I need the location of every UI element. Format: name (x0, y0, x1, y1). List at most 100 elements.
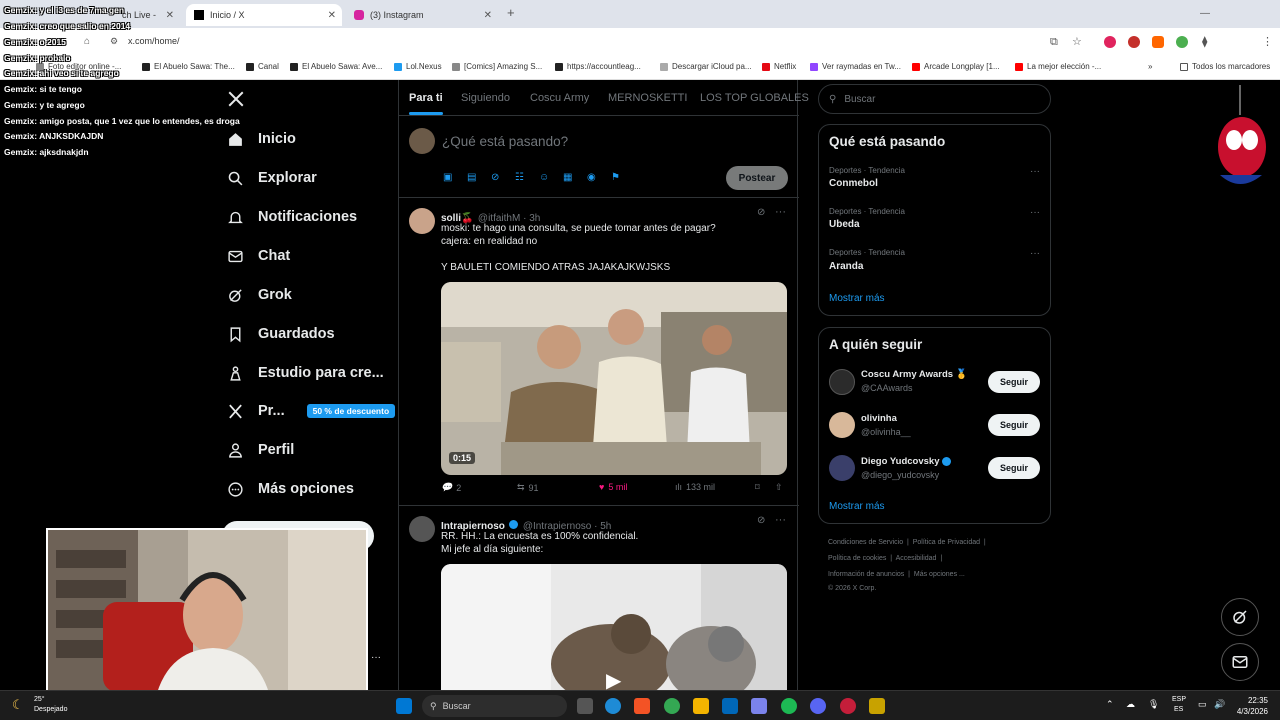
browser-tab-x[interactable]: Inicio / X ✕ (186, 4, 342, 26)
tweet[interactable]: solli🍒 @itfaithM · 3h ⊘ ··· moski: te ha… (399, 198, 799, 506)
nav-mas-opciones[interactable]: Más opciones (226, 480, 354, 498)
schedule-icon[interactable]: ▦ (563, 172, 572, 183)
search-input[interactable]: ⚲ Buscar (818, 84, 1051, 114)
avatar[interactable] (829, 455, 855, 481)
footer-link[interactable]: Información de anuncios (828, 571, 904, 578)
tab-mernosketti[interactable]: MERNOSKETTI (608, 92, 687, 104)
grok-icon[interactable]: ⊘ (491, 172, 499, 183)
discord-icon[interactable] (810, 698, 826, 714)
poll-icon[interactable]: ☷ (515, 172, 524, 183)
teams-icon[interactable] (751, 698, 767, 714)
url-field[interactable]: x.com/home/ (128, 36, 180, 46)
cast-icon[interactable]: ⧉ (1050, 36, 1058, 49)
language-indicator[interactable]: ESP (1172, 696, 1186, 704)
footer-link[interactable]: Condiciones de Servicio (828, 539, 903, 546)
app-icon[interactable] (869, 698, 885, 714)
site-info-icon[interactable]: ⚙ (110, 36, 118, 47)
location-icon[interactable]: ◉ (587, 172, 596, 183)
new-tab-icon[interactable]: + (507, 5, 515, 20)
bookmark[interactable]: Ver raymadas en Tw... (810, 62, 901, 71)
bookmark[interactable]: La mejor elección -... (1015, 62, 1101, 71)
menu-dots-icon[interactable]: ⋮ (1262, 35, 1273, 48)
bookmark[interactable]: [Comics] Amazing S... (452, 62, 542, 71)
show-more-follow-link[interactable]: Mostrar más (829, 501, 885, 512)
edge-icon[interactable] (605, 698, 621, 714)
grok-floating-button[interactable] (1221, 598, 1259, 636)
bookmark[interactable]: Netflix (762, 62, 796, 71)
reply-button[interactable]: 💬 2 (441, 482, 461, 493)
composer-input[interactable]: ¿Qué está pasando? (442, 134, 568, 149)
more-bookmarks-icon[interactable]: » (1148, 62, 1152, 71)
file-explorer-icon[interactable] (693, 698, 709, 714)
browser-tab-instagram[interactable]: (3) Instagram ✕ (346, 4, 498, 26)
flag-icon[interactable]: ⚑ (611, 172, 620, 183)
close-tab-icon[interactable]: ✕ (166, 10, 174, 21)
emoji-icon[interactable]: ☺ (539, 172, 549, 183)
extension-icon[interactable] (1128, 36, 1140, 48)
nav-premium[interactable]: Pr... 50 % de descuento (226, 402, 396, 420)
store-icon[interactable] (722, 698, 738, 714)
home-icon[interactable]: ⌂ (84, 36, 90, 47)
avatar[interactable] (409, 128, 435, 154)
tab-los-top-globales[interactable]: LOS TOP GLOBALES (700, 92, 809, 104)
more-dots-icon[interactable]: ··· (775, 514, 786, 526)
tweet[interactable]: Intrapiernoso @Intrapiernoso · 5h ⊘ ··· … (399, 506, 799, 700)
minimize-icon[interactable]: — (1200, 8, 1210, 19)
share-icon[interactable]: ⇧ (775, 482, 783, 493)
network-icon[interactable]: ▭ (1198, 699, 1207, 710)
clock[interactable]: 22:35 4/3/2026 (1237, 695, 1268, 717)
post-button[interactable]: Postear (726, 166, 788, 190)
bookmark[interactable]: Canal (246, 62, 279, 71)
more-dots-icon[interactable]: ··· (1030, 248, 1040, 259)
cloud-icon[interactable]: ☁ (1126, 699, 1135, 710)
taskbar-search[interactable]: ⚲ Buscar (422, 695, 567, 717)
image-icon[interactable]: ▣ (443, 172, 452, 183)
views-button[interactable]: ılı 133 mil (675, 482, 715, 492)
show-more-trends-link[interactable]: Mostrar más (829, 293, 885, 304)
more-dots-icon[interactable]: ··· (1030, 207, 1040, 218)
star-icon[interactable]: ☆ (1072, 35, 1082, 48)
microphone-icon[interactable]: 🎙 (1148, 699, 1159, 710)
bookmark-icon[interactable]: ⌑ (755, 482, 760, 493)
bookmark[interactable]: Lol.Nexus (394, 62, 442, 71)
spotify-icon[interactable] (781, 698, 797, 714)
avatar[interactable] (409, 516, 435, 542)
nav-inicio[interactable]: Inicio (226, 130, 296, 148)
nav-guardados[interactable]: Guardados (226, 325, 335, 343)
tweet-video[interactable]: ▶ (441, 564, 787, 700)
chevron-up-icon[interactable]: ⌃ (1106, 699, 1114, 710)
extension-icon[interactable] (1176, 36, 1188, 48)
nav-chat[interactable]: Chat (226, 247, 290, 265)
windows-start-icon[interactable] (396, 698, 412, 714)
volume-icon[interactable]: 🔊 (1214, 699, 1225, 710)
close-tab-icon[interactable]: ✕ (328, 10, 336, 21)
follow-button[interactable]: Seguir (988, 457, 1040, 479)
avatar[interactable] (829, 412, 855, 438)
avatar[interactable] (409, 208, 435, 234)
tweet-video[interactable]: 0:15 (441, 282, 787, 475)
chrome-icon[interactable] (664, 698, 680, 714)
bookmark[interactable]: Descargar iCloud pa... (660, 62, 752, 71)
nav-notificaciones[interactable]: Notificaciones (226, 208, 357, 226)
messages-floating-button[interactable] (1221, 643, 1259, 681)
extensions-puzzle-icon[interactable]: ⧫ (1202, 35, 1207, 48)
x-logo-icon[interactable] (227, 90, 245, 113)
bookmark[interactable]: El Abuelo Sawa: Ave... (290, 62, 382, 71)
gif-icon[interactable]: ▤ (467, 172, 476, 183)
nav-perfil[interactable]: Perfil (226, 441, 294, 459)
task-view-icon[interactable] (577, 698, 593, 714)
footer-link[interactable]: Política de cookies (828, 555, 886, 562)
tab-siguiendo[interactable]: Siguiendo (461, 92, 510, 104)
footer-link[interactable]: Accesibilidad (896, 555, 937, 562)
follow-button[interactable]: Seguir (988, 414, 1040, 436)
repost-button[interactable]: ⇆ 91 (517, 482, 539, 493)
footer-link[interactable]: Política de Privacidad (913, 539, 980, 546)
more-dots-icon[interactable]: ··· (371, 652, 381, 663)
follow-button[interactable]: Seguir (988, 371, 1040, 393)
nav-grok[interactable]: Grok (226, 286, 292, 304)
nav-estudio[interactable]: Estudio para cre... (226, 364, 384, 382)
app-icon[interactable] (840, 698, 856, 714)
grok-icon[interactable]: ⊘ (757, 515, 765, 526)
bookmark[interactable]: Arcade Longplay [1... (912, 62, 1000, 71)
footer-link[interactable]: Más opciones ... (914, 571, 965, 578)
